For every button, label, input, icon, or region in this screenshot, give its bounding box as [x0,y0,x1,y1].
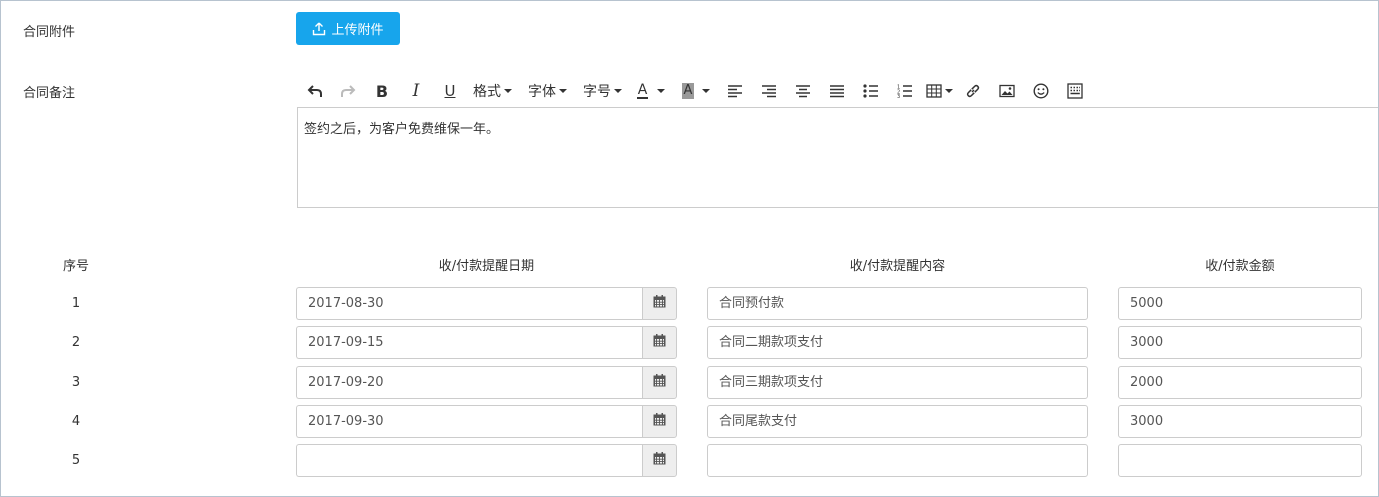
upload-icon [312,22,326,36]
keyboard-icon [1067,83,1083,99]
numbered-list-button[interactable]: 123 [888,77,922,105]
redo-button[interactable] [331,77,365,105]
emoji-icon [1033,83,1049,99]
background-color-button[interactable]: A [674,77,718,105]
font-color-button[interactable]: A [628,77,674,105]
row-index: 2 [71,335,81,350]
amount-input[interactable]: 3000 [1118,326,1362,359]
bullet-list-icon [863,84,879,98]
font-dropdown[interactable]: 字体 [522,77,573,105]
date-header: 收/付款提醒日期 [438,259,535,274]
upload-button-label: 上传附件 [331,23,384,38]
attachment-label: 合同附件 [23,25,76,40]
caret-down-icon [559,89,567,93]
date-picker: 2017-09-20 [296,366,677,399]
table-icon [925,84,942,98]
format-dropdown[interactable]: 格式 [467,77,518,105]
row-index: 4 [71,414,81,429]
italic-button[interactable]: I [399,77,433,105]
row-index: 5 [71,453,81,468]
caret-down-icon [944,89,953,93]
link-button[interactable] [956,77,990,105]
calendar-button[interactable] [642,326,677,359]
format-label: 格式 [473,84,501,100]
date-picker: 2017-09-15 [296,326,677,359]
caret-down-icon [702,89,711,93]
font-label: 字体 [528,84,556,100]
align-left-icon [727,84,743,98]
amount-input[interactable] [1118,444,1362,477]
amount-input[interactable]: 2000 [1118,366,1362,399]
calendar-button[interactable] [642,366,677,399]
align-center-button[interactable] [786,77,820,105]
remark-editor[interactable]: 签约之后，为客户免费维保一年。 [297,107,1378,208]
amount-header: 收/付款金额 [1205,259,1275,274]
underline-button[interactable]: U [433,77,467,105]
undo-icon [307,84,323,98]
amount-input[interactable]: 5000 [1118,287,1362,320]
date-input[interactable]: 2017-08-30 [296,287,642,320]
index-header: 序号 [62,259,89,274]
undo-button[interactable] [299,77,331,105]
row-index: 3 [71,375,81,390]
special-chars-button[interactable] [1058,77,1092,105]
fontsize-label: 字号 [583,84,611,100]
svg-text:3: 3 [897,94,900,98]
caret-down-icon [614,89,622,93]
table-dropdown[interactable] [922,77,956,105]
calendar-button[interactable] [642,444,677,477]
align-center-icon [795,84,811,98]
content-header: 收/付款提醒内容 [849,259,946,274]
align-left-button[interactable] [718,77,752,105]
calendar-icon [653,295,666,312]
date-input[interactable]: 2017-09-20 [296,366,642,399]
content-input[interactable] [707,444,1088,477]
align-right-button[interactable] [752,77,786,105]
calendar-button[interactable] [642,287,677,320]
editor-toolbar: B I U 格式 字体 字号 A A 1 2 3 [299,77,1092,105]
content-input[interactable]: 合同二期款项支付 [707,326,1088,359]
remark-label: 合同备注 [23,86,76,101]
fontsize-dropdown[interactable]: 字号 [577,77,628,105]
align-justify-button[interactable] [820,77,854,105]
content-input[interactable]: 合同预付款 [707,287,1088,320]
calendar-icon [653,452,666,469]
content-input[interactable]: 合同三期款项支付 [707,366,1088,399]
link-icon [965,83,981,99]
bold-button[interactable]: B [365,77,399,105]
date-input[interactable] [296,444,642,477]
content-input[interactable]: 合同尾款支付 [707,405,1088,438]
date-input[interactable]: 2017-09-15 [296,326,642,359]
date-input[interactable]: 2017-09-30 [296,405,642,438]
image-button[interactable] [990,77,1024,105]
align-justify-icon [829,84,845,98]
date-picker [296,444,677,477]
row-index: 1 [71,296,81,311]
calendar-icon [653,374,666,391]
image-icon [999,84,1015,98]
emoji-button[interactable] [1024,77,1058,105]
background-color-icon: A [681,83,695,99]
contract-form: 合同附件 上传附件 合同备注 B I U 格式 字体 字号 A A 1 2 3 … [0,0,1379,497]
date-picker: 2017-08-30 [296,287,677,320]
calendar-icon [653,334,666,351]
calendar-icon [653,413,666,430]
bullet-list-button[interactable] [854,77,888,105]
date-picker: 2017-09-30 [296,405,677,438]
upload-attachment-button[interactable]: 上传附件 [296,12,400,45]
caret-down-icon [657,89,666,93]
calendar-button[interactable] [642,405,677,438]
numbered-list-icon: 123 [897,84,913,98]
redo-icon [340,84,356,98]
caret-down-icon [504,89,512,93]
font-color-icon: A [636,82,649,99]
amount-input[interactable]: 3000 [1118,405,1362,438]
align-right-icon [761,84,777,98]
